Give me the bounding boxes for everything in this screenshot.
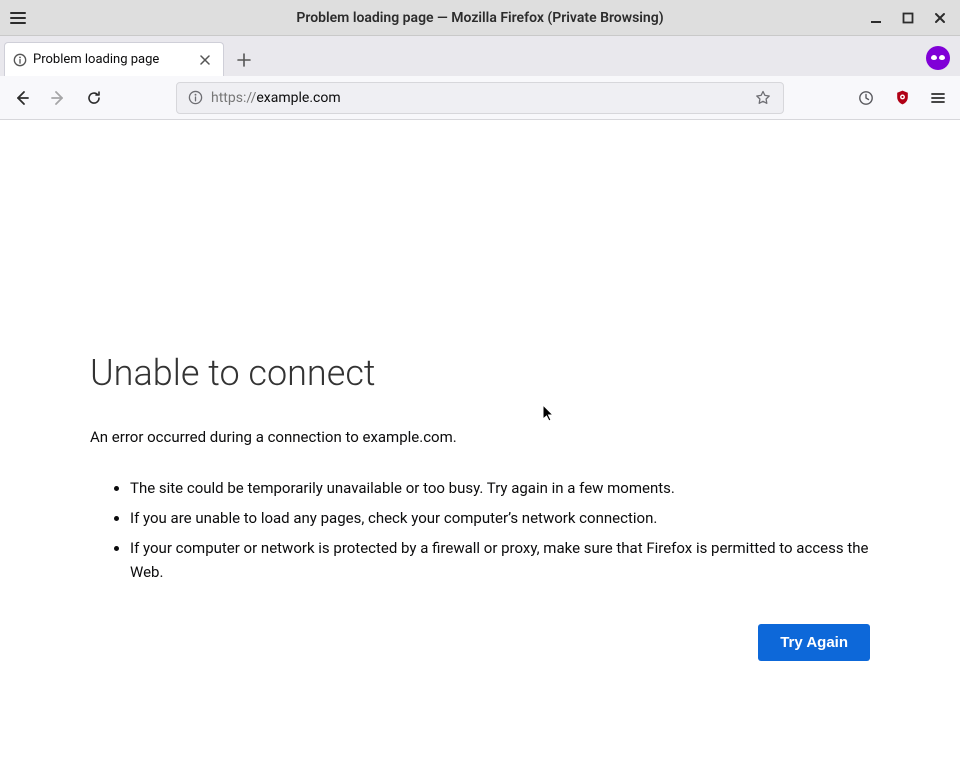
- mask-icon: [931, 55, 945, 61]
- window-close-button[interactable]: [924, 4, 956, 32]
- forward-button[interactable]: [42, 82, 74, 114]
- error-container: Unable to connect An error occurred duri…: [90, 352, 870, 661]
- url-scheme: https://: [211, 90, 256, 106]
- close-icon: [200, 55, 210, 65]
- try-again-button[interactable]: Try Again: [758, 624, 870, 661]
- identity-icon[interactable]: [185, 88, 205, 108]
- ublock-button[interactable]: [886, 82, 918, 114]
- bookmark-button[interactable]: [751, 86, 775, 110]
- window-titlebar: Problem loading page — Mozilla Firefox (…: [0, 0, 960, 36]
- overflow-menu-button[interactable]: [922, 82, 954, 114]
- star-icon: [755, 90, 771, 106]
- reload-icon: [86, 90, 102, 106]
- tab-title: Problem loading page: [33, 52, 159, 67]
- clock-icon: [858, 90, 874, 106]
- error-suggestion: If your computer or network is protected…: [130, 536, 870, 584]
- browser-tab[interactable]: Problem loading page: [4, 42, 224, 76]
- app-menu-button[interactable]: [0, 0, 36, 36]
- window-minimize-button[interactable]: [860, 4, 892, 32]
- window-maximize-button[interactable]: [892, 4, 924, 32]
- back-button[interactable]: [6, 82, 38, 114]
- toolbar-right-icons: [850, 82, 954, 114]
- tab-close-button[interactable]: [195, 50, 215, 70]
- navigation-toolbar: https://example.com: [0, 76, 960, 120]
- hamburger-icon: [930, 90, 946, 106]
- error-suggestion-list: The site could be temporarily unavailabl…: [90, 476, 870, 584]
- shield-icon: [894, 89, 911, 106]
- error-suggestion: The site could be temporarily unavailabl…: [130, 476, 870, 500]
- hamburger-icon: [10, 10, 26, 26]
- arrow-right-icon: [50, 90, 66, 106]
- page-content: Unable to connect An error occurred duri…: [0, 120, 960, 661]
- error-title: Unable to connect: [90, 352, 870, 394]
- window-title: Problem loading page — Mozilla Firefox (…: [0, 10, 960, 26]
- info-icon: [13, 53, 27, 67]
- error-actions: Try Again: [90, 624, 870, 661]
- error-suggestion: If you are unable to load any pages, che…: [130, 506, 870, 530]
- private-browsing-indicator: [926, 46, 950, 70]
- window-controls: [860, 4, 960, 32]
- reload-button[interactable]: [78, 82, 110, 114]
- error-subtitle: An error occurred during a connection to…: [90, 428, 870, 446]
- history-button[interactable]: [850, 82, 882, 114]
- arrow-left-icon: [14, 90, 30, 106]
- url-bar[interactable]: https://example.com: [176, 82, 784, 114]
- new-tab-button[interactable]: [228, 44, 260, 76]
- info-icon: [188, 90, 203, 105]
- url-domain: example.com: [256, 90, 340, 106]
- plus-icon: [237, 53, 251, 67]
- minimize-icon: [870, 12, 882, 24]
- url-text: https://example.com: [211, 90, 745, 106]
- close-icon: [934, 12, 946, 24]
- maximize-icon: [902, 12, 914, 24]
- tab-strip: Problem loading page: [0, 36, 960, 76]
